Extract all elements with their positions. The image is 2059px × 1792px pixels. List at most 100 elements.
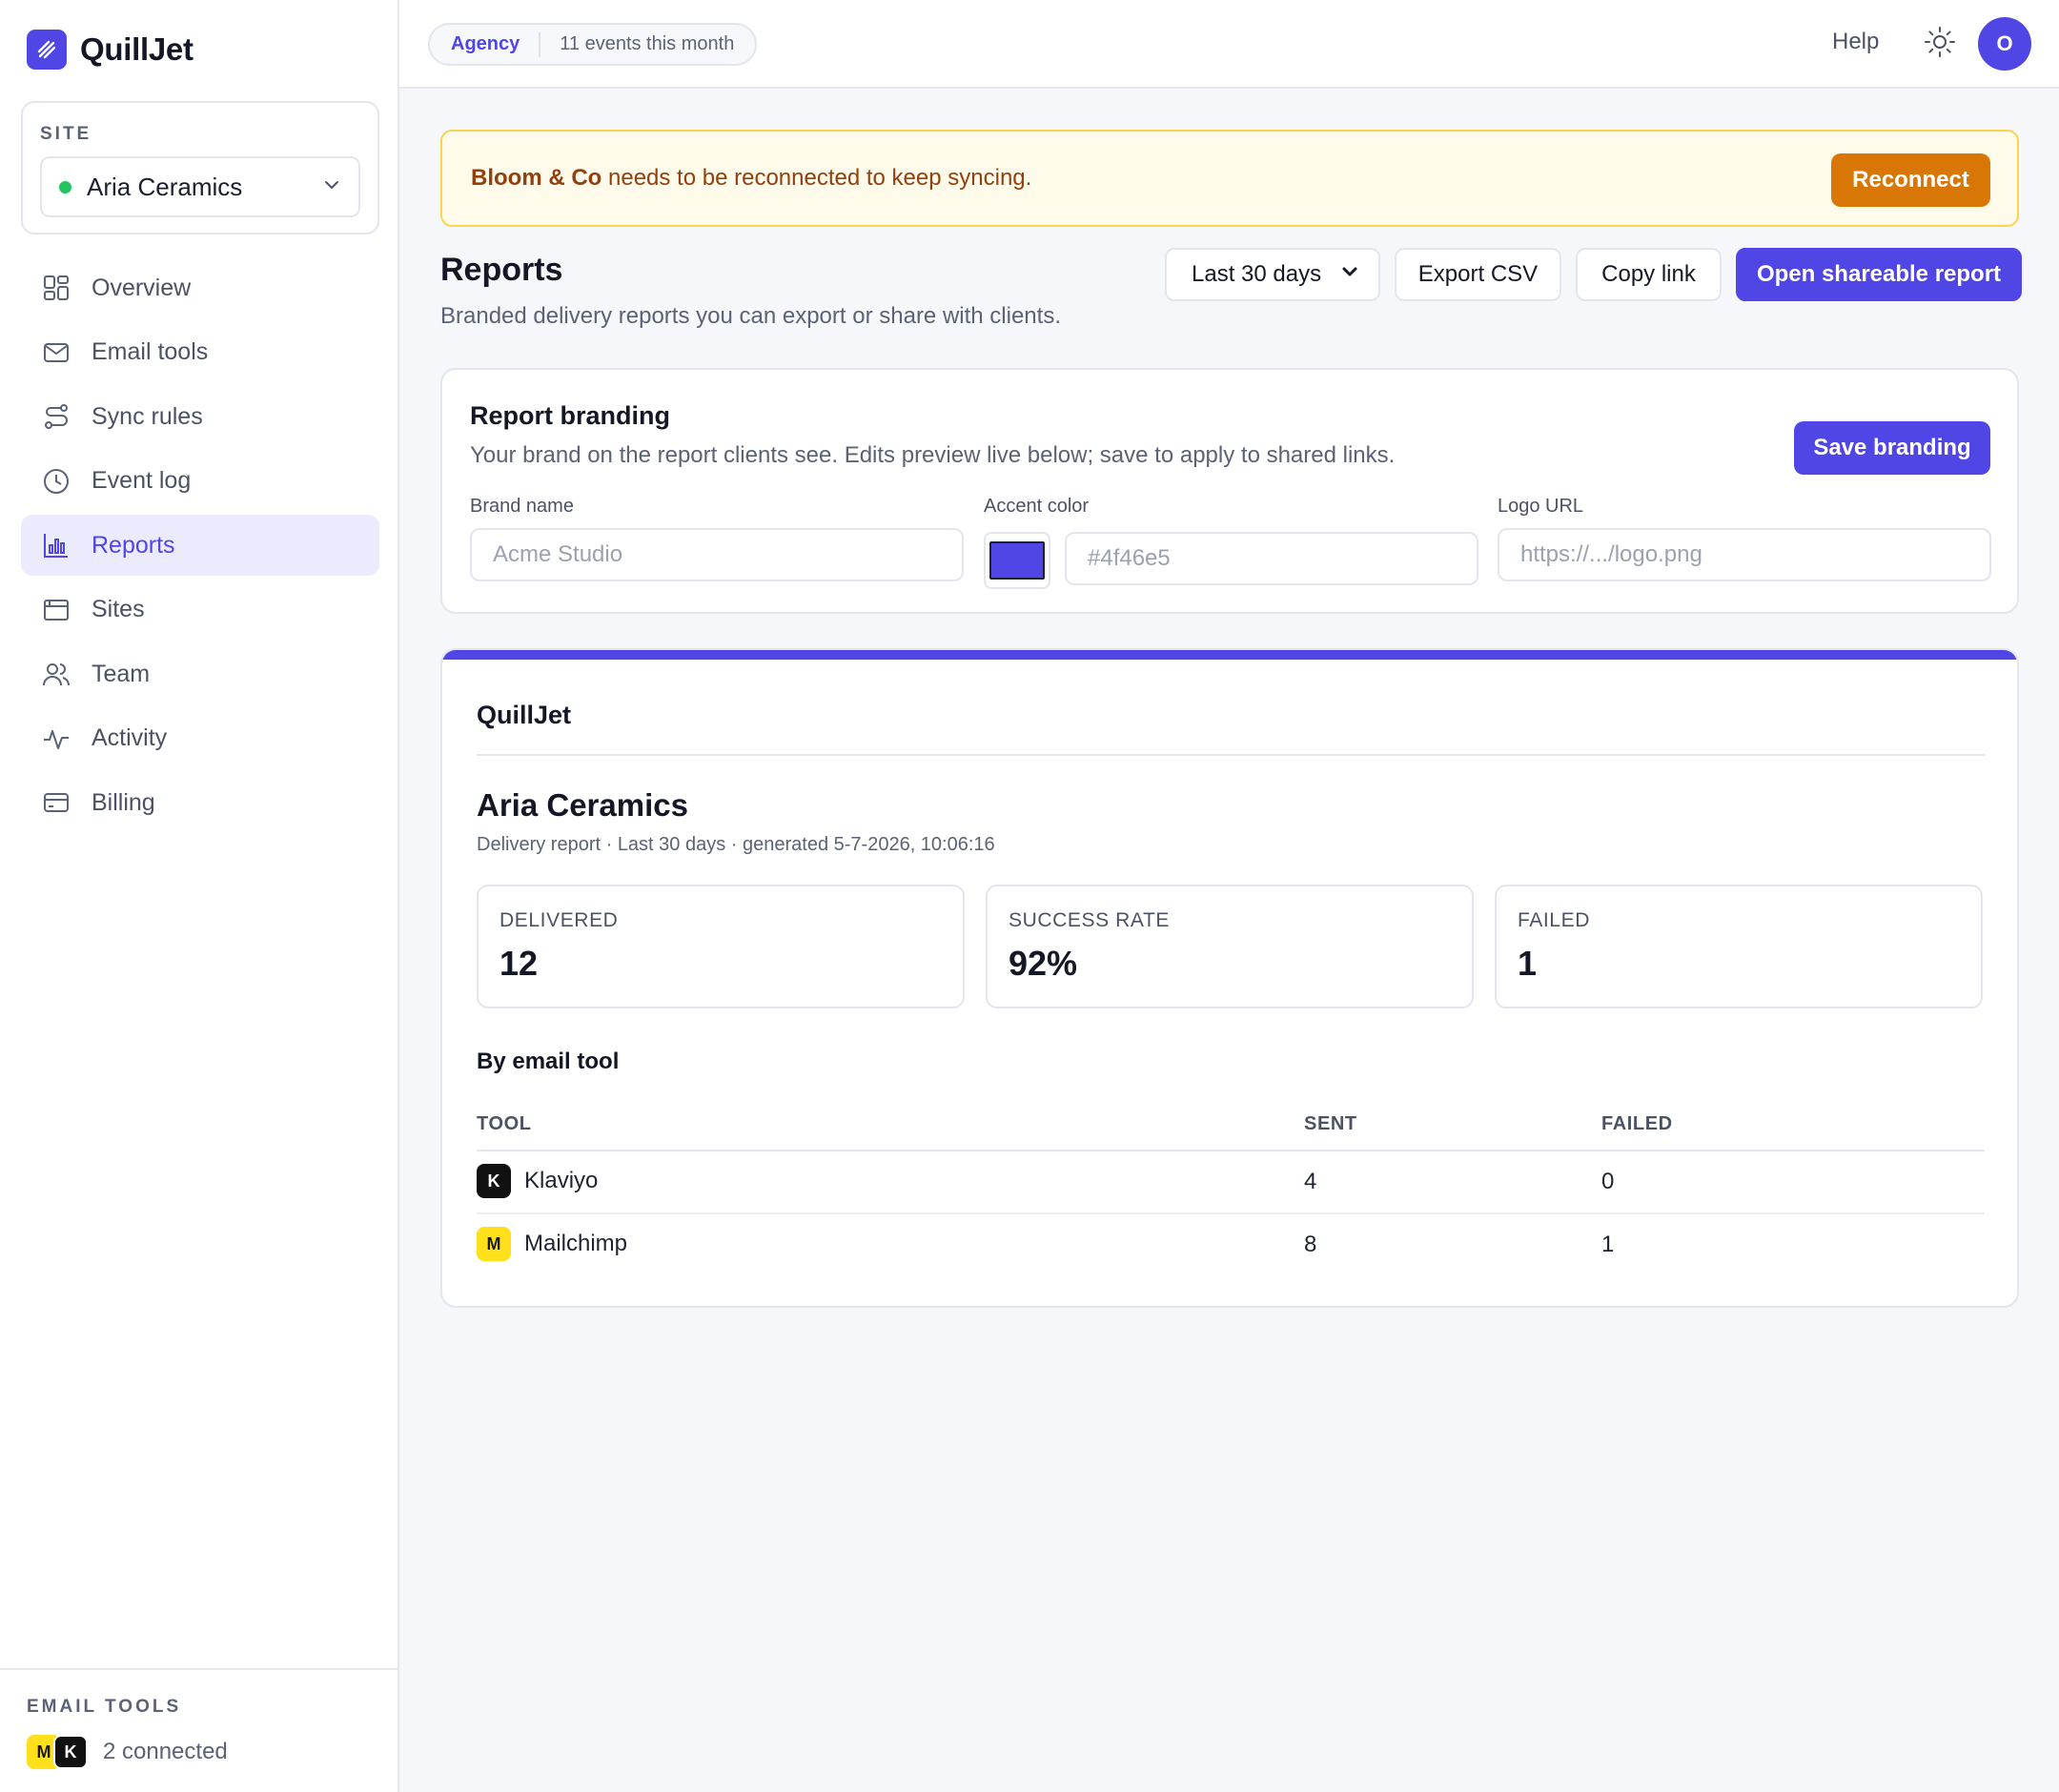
- topbar: Agency 11 events this month Help O: [399, 0, 2059, 89]
- save-branding-button[interactable]: Save branding: [1794, 421, 1990, 475]
- report-brand-name: QuillJet: [477, 701, 572, 729]
- page-subtitle: Branded delivery reports you can export …: [440, 303, 1061, 329]
- card-title: Report branding: [470, 401, 670, 430]
- reconnect-banner: Bloom & Co needs to be reconnected to ke…: [440, 130, 2019, 227]
- open-shareable-report-button[interactable]: Open shareable report: [1736, 248, 2022, 301]
- sidebar-item-sync-rules[interactable]: Sync rules: [21, 386, 379, 447]
- sidebar-nav: Overview Email tools Sync rules Event lo…: [21, 257, 379, 837]
- sidebar-item-label: Event log: [92, 467, 192, 494]
- column-header-failed: FAILED: [1601, 1113, 1673, 1134]
- connected-count: 2 connected: [103, 1739, 228, 1764]
- klaviyo-icon: K: [477, 1164, 511, 1198]
- bar-chart-icon: [40, 529, 72, 561]
- accent-color-label: Accent color: [984, 496, 1090, 517]
- sidebar-item-label: Overview: [92, 274, 192, 301]
- site-select[interactable]: Aria Ceramics: [40, 156, 360, 217]
- sun-icon: [1924, 26, 1956, 63]
- sidebar: QuillJet SITE Aria Ceramics Overview Ema…: [0, 0, 399, 1792]
- column-header-tool: TOOL: [477, 1113, 532, 1134]
- date-range-select[interactable]: Last 30 days: [1165, 248, 1380, 301]
- column-header-sent: SENT: [1304, 1113, 1357, 1134]
- sidebar-item-overview[interactable]: Overview: [21, 257, 379, 318]
- reconnect-button[interactable]: Reconnect: [1831, 153, 1990, 207]
- tool-cell: K Klaviyo: [477, 1164, 598, 1198]
- sidebar-item-activity[interactable]: Activity: [21, 708, 379, 769]
- divider: [539, 31, 541, 57]
- sidebar-item-label: Activity: [92, 724, 168, 751]
- brand-name-label: Brand name: [470, 496, 574, 517]
- logo-url-field[interactable]: [1498, 528, 1991, 581]
- chevron-down-icon: [322, 175, 341, 199]
- brand[interactable]: QuillJet: [27, 30, 194, 70]
- tool-cell: M Mailchimp: [477, 1227, 627, 1261]
- site-switcher: SITE Aria Ceramics: [21, 101, 379, 234]
- brand-name: QuillJet: [80, 31, 194, 67]
- credit-card-icon: [40, 786, 72, 819]
- color-preview: [989, 541, 1045, 580]
- sidebar-item-label: Team: [92, 660, 151, 687]
- section-title: By email tool: [477, 1049, 620, 1074]
- accent-color-field[interactable]: [1065, 532, 1478, 585]
- mail-icon: [40, 336, 72, 369]
- email-tools-footer: EMAIL TOOLS M K 2 connected: [0, 1668, 398, 1792]
- report-preview: QuillJet Aria Ceramics Delivery report ·…: [440, 648, 2019, 1308]
- accent-color-swatch[interactable]: [984, 532, 1050, 589]
- sidebar-item-reports[interactable]: Reports: [21, 515, 379, 576]
- help-link[interactable]: Help: [1832, 29, 1879, 55]
- stat-value: 92%: [1009, 944, 1078, 983]
- sidebar-item-event-log[interactable]: Event log: [21, 451, 379, 512]
- site-label: SITE: [40, 124, 92, 144]
- stat-label: SUCCESS RATE: [1009, 909, 1171, 931]
- logo-url-label: Logo URL: [1498, 496, 1584, 517]
- export-csv-button[interactable]: Export CSV: [1395, 248, 1561, 301]
- sidebar-item-label: Email tools: [92, 338, 209, 365]
- brand-name-field[interactable]: [470, 528, 964, 581]
- stat-value: 1: [1518, 944, 1538, 983]
- card-description: Your brand on the report clients see. Ed…: [470, 442, 1396, 468]
- table-row: K Klaviyo 4 0: [477, 1151, 1985, 1214]
- sidebar-item-label: Billing: [92, 788, 155, 816]
- banner-account: Bloom & Co: [471, 165, 602, 191]
- tool-name: Mailchimp: [524, 1231, 628, 1256]
- copy-link-button[interactable]: Copy link: [1576, 248, 1722, 301]
- stat-success-rate: SUCCESS RATE 92%: [986, 885, 1474, 1008]
- page-title: Reports: [440, 252, 563, 288]
- connected-tools[interactable]: M K 2 connected: [27, 1735, 228, 1769]
- plan-badge[interactable]: Agency 11 events this month: [428, 23, 758, 66]
- failed-count: 0: [1601, 1169, 1615, 1194]
- activity-icon: [40, 723, 72, 755]
- banner-text: needs to be reconnected to keep syncing.: [601, 165, 1032, 191]
- email-tools-label: EMAIL TOOLS: [27, 1697, 182, 1717]
- chevron-down-icon: [1340, 261, 1359, 288]
- usage-count: 11 events this month: [560, 33, 735, 54]
- banner-message: Bloom & Co needs to be reconnected to ke…: [471, 165, 1031, 192]
- sidebar-item-email-tools[interactable]: Email tools: [21, 322, 379, 383]
- selected-site: Aria Ceramics: [87, 172, 243, 201]
- clock-icon: [40, 465, 72, 498]
- sidebar-item-billing[interactable]: Billing: [21, 772, 379, 833]
- tool-table: TOOL SENT FAILED K Klaviyo 4 0 M Mailchi…: [477, 1106, 1985, 1277]
- sidebar-item-sites[interactable]: Sites: [21, 580, 379, 641]
- divider: [477, 754, 1985, 756]
- table-header: TOOL SENT FAILED: [477, 1106, 1985, 1151]
- sidebar-item-label: Reports: [92, 531, 175, 559]
- report-actions: Last 30 days Export CSV Copy link Open s…: [1165, 248, 2022, 301]
- accent-bar: [442, 650, 2017, 660]
- users-icon: [40, 658, 72, 690]
- avatar[interactable]: O: [1978, 17, 2031, 71]
- theme-toggle-button[interactable]: [1921, 25, 1959, 63]
- stat-label: FAILED: [1518, 909, 1590, 931]
- quill-logo-icon: [27, 30, 67, 70]
- sidebar-item-label: Sites: [92, 596, 145, 622]
- stat-failed: FAILED 1: [1495, 885, 1983, 1008]
- sent-count: 8: [1304, 1232, 1317, 1257]
- table-row: M Mailchimp 8 1: [477, 1214, 1985, 1277]
- sidebar-item-team[interactable]: Team: [21, 643, 379, 704]
- stat-delivered: DELIVERED 12: [477, 885, 965, 1008]
- klaviyo-icon: K: [53, 1735, 88, 1769]
- failed-count: 1: [1601, 1232, 1615, 1257]
- grid-icon: [40, 272, 72, 304]
- sent-count: 4: [1304, 1169, 1317, 1194]
- report-meta: Delivery report · Last 30 days · generat…: [477, 834, 995, 855]
- mailchimp-icon: M: [477, 1227, 511, 1261]
